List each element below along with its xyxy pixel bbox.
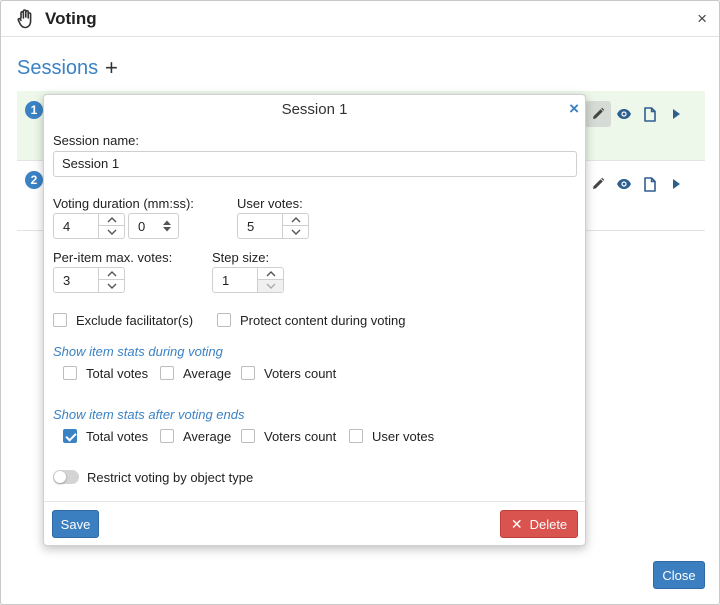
during-total-votes-label: Total votes: [86, 366, 149, 381]
window-header: Voting ×: [1, 1, 719, 37]
during-total-votes-checkbox[interactable]: [63, 366, 77, 380]
after-average-label: Average: [183, 429, 232, 444]
decrement-button[interactable]: [99, 226, 124, 238]
increment-button[interactable]: [99, 214, 124, 226]
sessions-heading: Sessions: [17, 57, 99, 79]
stats-after-voting-heading: Show item stats after voting ends: [53, 407, 245, 422]
window-title: Voting: [45, 9, 97, 28]
decrement-button[interactable]: [99, 280, 124, 292]
chevron-down-icon: [266, 283, 275, 289]
play-icon: [673, 179, 680, 189]
chevron-down-icon: [291, 229, 300, 235]
dialog-title: Session 1: [281, 101, 348, 118]
after-voters-count-label: Voters count: [264, 429, 337, 444]
after-total-votes-label: Total votes: [86, 429, 149, 444]
exclude-facilitator-checkbox[interactable]: [53, 313, 67, 327]
save-button[interactable]: Save: [52, 510, 99, 538]
during-voters-count-checkbox[interactable]: [241, 366, 255, 380]
stats-during-voting-heading: Show item stats during voting: [53, 344, 223, 359]
select-arrows-icon: [163, 220, 171, 232]
decrement-button[interactable]: [283, 226, 308, 238]
restrict-by-object-type-label: Restrict voting by object type: [87, 470, 254, 485]
close-icon: ✕: [510, 515, 523, 532]
dialog-close-button[interactable]: ×: [569, 99, 579, 119]
chevron-up-icon: [291, 216, 300, 222]
increment-button[interactable]: [283, 214, 308, 226]
hand-icon: [17, 9, 32, 29]
delete-button[interactable]: ✕ Delete: [500, 510, 578, 538]
toggle-knob: [54, 471, 66, 483]
stepper-buttons: [98, 268, 124, 292]
during-average-checkbox[interactable]: [160, 366, 174, 380]
delete-button-label: Delete: [529, 516, 568, 532]
session-number-badge: 2: [25, 171, 43, 189]
duration-seconds-value: 0: [138, 219, 146, 234]
edit-session-button[interactable]: [585, 101, 611, 127]
start-session-button[interactable]: [663, 171, 689, 197]
per-item-max-votes-label: Per-item max. votes:: [53, 250, 173, 265]
eye-icon: [617, 109, 631, 119]
duration-seconds-select[interactable]: 0: [128, 213, 179, 239]
close-button[interactable]: Close: [653, 561, 705, 589]
report-session-button[interactable]: [637, 101, 663, 127]
after-total-votes-checkbox[interactable]: [63, 429, 77, 443]
play-icon: [673, 109, 680, 119]
start-session-button[interactable]: [663, 101, 689, 127]
increment-button[interactable]: [99, 268, 124, 280]
user-votes-label: User votes:: [237, 196, 303, 211]
after-average-checkbox[interactable]: [160, 429, 174, 443]
after-user-votes-checkbox[interactable]: [349, 429, 363, 443]
document-icon: [644, 106, 656, 122]
step-size-value: 1: [222, 273, 230, 288]
session-editor-dialog: Session 1 × Session name: Session 1 Voti…: [43, 94, 586, 546]
session-name-input[interactable]: Session 1: [53, 151, 577, 177]
dialog-footer-divider: [44, 501, 585, 502]
after-user-votes-label: User votes: [372, 429, 435, 444]
view-session-button[interactable]: [611, 171, 637, 197]
user-votes-stepper[interactable]: 5: [237, 213, 309, 239]
during-voters-count-label: Voters count: [264, 366, 337, 381]
window-close-button[interactable]: ×: [697, 9, 707, 29]
pencil-icon: [593, 107, 605, 119]
per-item-max-votes-value: 3: [63, 273, 71, 288]
chevron-down-icon: [107, 283, 116, 289]
step-size-stepper[interactable]: 1: [212, 267, 284, 293]
step-size-label: Step size:: [212, 250, 270, 265]
exclude-facilitator-label: Exclude facilitator(s): [76, 313, 194, 328]
chevron-up-icon: [107, 216, 116, 222]
add-session-button[interactable]: +: [105, 55, 118, 81]
voting-duration-label: Voting duration (mm:ss):: [53, 196, 194, 211]
duration-minutes-value: 4: [63, 219, 71, 234]
document-icon: [644, 176, 656, 192]
restrict-by-object-type-toggle[interactable]: [53, 470, 79, 484]
stepper-buttons: [282, 214, 308, 238]
session-row-actions: [585, 171, 689, 197]
stepper-buttons: [257, 268, 283, 292]
chevron-up-icon: [266, 270, 275, 276]
during-average-label: Average: [183, 366, 232, 381]
duration-minutes-stepper[interactable]: 4: [53, 213, 125, 239]
pencil-icon: [593, 177, 605, 189]
chevron-up-icon: [107, 270, 116, 276]
session-name-label: Session name:: [53, 133, 139, 148]
chevron-down-icon: [107, 229, 116, 235]
stepper-buttons: [98, 214, 124, 238]
eye-icon: [617, 179, 631, 189]
protect-content-label: Protect content during voting: [240, 313, 406, 328]
session-row-actions: [585, 101, 689, 127]
report-session-button[interactable]: [637, 171, 663, 197]
after-voters-count-checkbox[interactable]: [241, 429, 255, 443]
protect-content-checkbox[interactable]: [217, 313, 231, 327]
per-item-max-votes-stepper[interactable]: 3: [53, 267, 125, 293]
decrement-button[interactable]: [258, 280, 283, 292]
view-session-button[interactable]: [611, 101, 637, 127]
session-number-badge: 1: [25, 101, 43, 119]
edit-session-button[interactable]: [585, 171, 611, 197]
increment-button[interactable]: [258, 268, 283, 280]
user-votes-value: 5: [247, 219, 255, 234]
